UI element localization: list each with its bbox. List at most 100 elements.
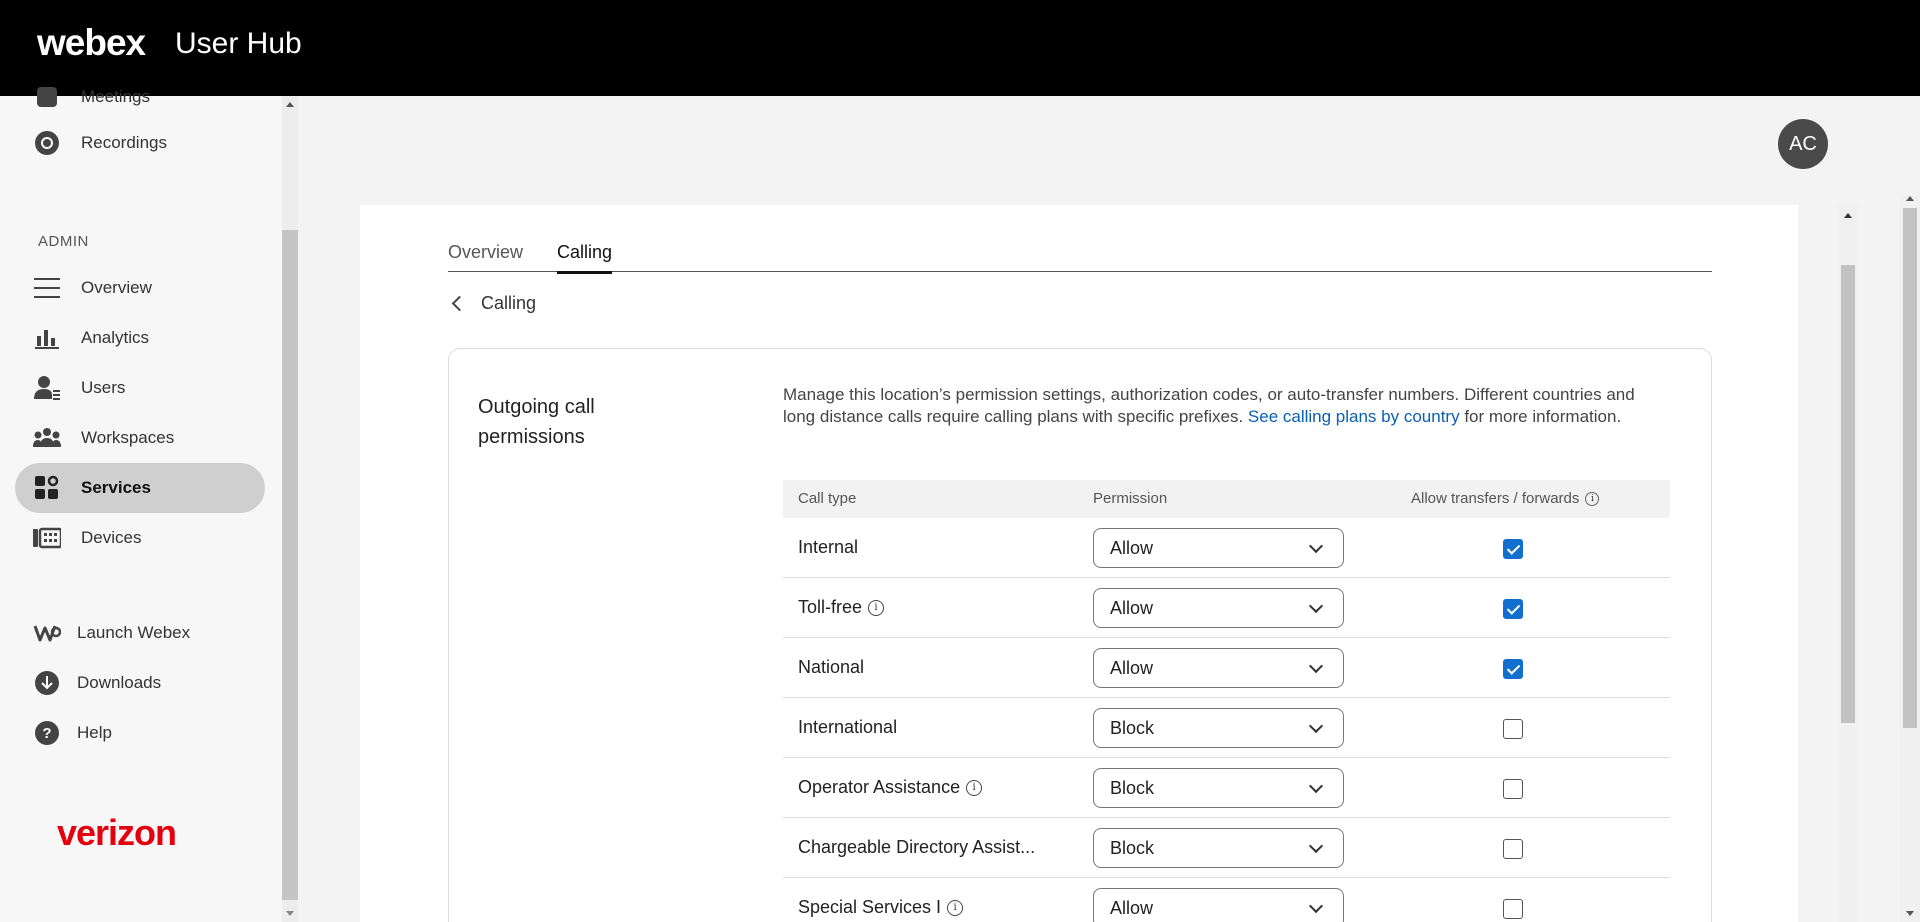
verizon-logo: verizon xyxy=(57,812,177,853)
sidebar-item-label: Devices xyxy=(81,528,142,547)
permission-select-value: Allow xyxy=(1110,597,1154,618)
page-scrollbar[interactable] xyxy=(1900,196,1920,922)
info-icon[interactable]: i xyxy=(966,779,983,796)
chevron-down-icon xyxy=(1308,658,1324,674)
info-icon[interactable]: i xyxy=(947,899,964,916)
scroll-up-arrow-icon[interactable] xyxy=(286,102,294,107)
call-type-label: Special Services I xyxy=(798,897,942,917)
chevron-down-icon xyxy=(1308,598,1324,614)
allow-transfer-checkbox[interactable] xyxy=(1503,539,1523,559)
permission-select[interactable]: Block xyxy=(1093,828,1344,868)
users-icon xyxy=(33,374,61,402)
help-icon: ? xyxy=(33,719,61,747)
column-header-call-type: Call type xyxy=(798,490,857,507)
product-name: User Hub xyxy=(175,27,302,60)
sidebar-item-services[interactable]: Services xyxy=(15,463,265,513)
sidebar-item-label: Launch Webex xyxy=(77,623,191,642)
permission-select[interactable]: Allow xyxy=(1093,588,1344,628)
devices-icon xyxy=(33,524,61,552)
sidebar-item-label: Recordings xyxy=(81,133,167,152)
sidebar-item-label: Users xyxy=(81,378,126,397)
sidebar-item-users[interactable]: Users xyxy=(15,363,265,413)
scrollbar-thumb[interactable] xyxy=(1841,265,1855,723)
permission-select[interactable]: Allow xyxy=(1093,528,1344,568)
scrollbar-thumb[interactable] xyxy=(282,230,298,900)
tab-bar: Overview Calling xyxy=(448,238,1712,274)
sidebar-item-launch-webex[interactable]: Launch Webex xyxy=(15,608,265,658)
allow-transfer-checkbox[interactable] xyxy=(1503,779,1523,799)
call-type-label: Chargeable Directory Assist... xyxy=(798,837,1036,857)
description-suffix: for more information. xyxy=(1464,407,1622,426)
call-type-label: Toll-free xyxy=(798,597,863,617)
call-type-cell: International xyxy=(798,717,897,738)
allow-transfer-checkbox[interactable] xyxy=(1503,719,1523,739)
sidebar-item-meetings[interactable]: Meetings xyxy=(15,72,265,122)
avatar[interactable]: AC xyxy=(1778,119,1828,169)
sidebar-item-label: Workspaces xyxy=(81,428,175,447)
table-row: Operator Assistance i Block xyxy=(783,758,1670,818)
table-row: Chargeable Directory Assist... Block xyxy=(783,818,1670,878)
panel-scrollbar[interactable] xyxy=(1838,205,1858,922)
permission-select-value: Block xyxy=(1110,717,1155,738)
card-description: Manage this location’s permission settin… xyxy=(783,384,1663,428)
admin-section-label: ADMIN xyxy=(38,233,89,250)
webex-logo[interactable]: webex xyxy=(37,22,146,64)
chevron-down-icon xyxy=(1308,538,1324,554)
sidebar-item-help[interactable]: ? Help xyxy=(15,708,265,758)
sidebar-item-workspaces[interactable]: Workspaces xyxy=(15,413,265,463)
table-row: Special Services I i Allow xyxy=(783,878,1670,922)
call-type-label: National xyxy=(798,657,865,677)
allow-transfer-checkbox[interactable] xyxy=(1503,599,1523,619)
table-row: Toll-free i Allow xyxy=(783,578,1670,638)
permission-select-value: Allow xyxy=(1110,657,1154,678)
permission-select[interactable]: Block xyxy=(1093,768,1344,808)
sidebar-item-devices[interactable]: Devices xyxy=(15,513,265,563)
scroll-down-arrow-icon[interactable] xyxy=(1906,911,1914,916)
top-bar: webex User Hub xyxy=(0,0,1920,96)
call-type-label: Operator Assistance xyxy=(798,777,961,797)
call-type-label: International xyxy=(798,717,898,737)
call-type-cell: National xyxy=(798,657,864,678)
allow-transfer-checkbox[interactable] xyxy=(1503,899,1523,919)
sidebar-item-label: Downloads xyxy=(77,673,162,692)
scroll-up-arrow-icon[interactable] xyxy=(1844,213,1852,218)
permission-select[interactable]: Allow xyxy=(1093,888,1344,922)
info-icon[interactable]: i xyxy=(868,599,885,616)
sidebar-item-overview[interactable]: Overview xyxy=(15,263,265,313)
webex-logo-icon xyxy=(33,619,61,647)
scrollbar-thumb[interactable] xyxy=(1903,208,1917,728)
permission-select[interactable]: Block xyxy=(1093,708,1344,748)
tab-overview[interactable]: Overview xyxy=(448,242,523,263)
info-icon[interactable]: i xyxy=(1585,491,1600,506)
back-link[interactable]: Calling xyxy=(450,293,536,314)
chevron-down-icon xyxy=(1308,718,1324,734)
allow-transfer-checkbox[interactable] xyxy=(1503,839,1523,859)
permission-select[interactable]: Allow xyxy=(1093,648,1344,688)
sidebar-item-recordings[interactable]: Recordings xyxy=(15,118,265,168)
call-type-cell: Operator Assistance i xyxy=(798,777,983,798)
sidebar-scrollbar[interactable] xyxy=(282,96,298,922)
chevron-left-icon xyxy=(451,295,468,312)
permission-select-value: Block xyxy=(1110,837,1155,858)
permissions-table: Call type Permission Allow transfers / f… xyxy=(783,480,1670,922)
call-type-cell: Special Services I i xyxy=(798,897,964,918)
sidebar-item-label: Analytics xyxy=(81,328,150,347)
sidebar-item-analytics[interactable]: Analytics xyxy=(15,313,265,363)
calling-plans-link[interactable]: See calling plans by country xyxy=(1248,407,1460,426)
sidebar-item-label: Help xyxy=(77,723,112,742)
table-row: International Block xyxy=(783,698,1670,758)
call-type-label: Internal xyxy=(798,537,859,557)
workspaces-icon xyxy=(33,424,61,452)
tab-calling[interactable]: Calling xyxy=(557,242,613,274)
permission-select-value: Block xyxy=(1110,777,1155,798)
sidebar-item-label: Meetings xyxy=(81,87,150,106)
recordings-icon xyxy=(33,129,61,157)
svg-text:?: ? xyxy=(42,725,51,742)
sidebar-item-downloads[interactable]: Downloads xyxy=(15,658,265,708)
call-type-cell: Toll-free i xyxy=(798,597,885,618)
card-title: Outgoing call permissions xyxy=(478,396,595,448)
call-type-cell: Chargeable Directory Assist... xyxy=(798,837,1035,858)
allow-transfer-checkbox[interactable] xyxy=(1503,659,1523,679)
scroll-down-arrow-icon[interactable] xyxy=(286,911,294,916)
scroll-up-arrow-icon[interactable] xyxy=(1906,196,1914,201)
